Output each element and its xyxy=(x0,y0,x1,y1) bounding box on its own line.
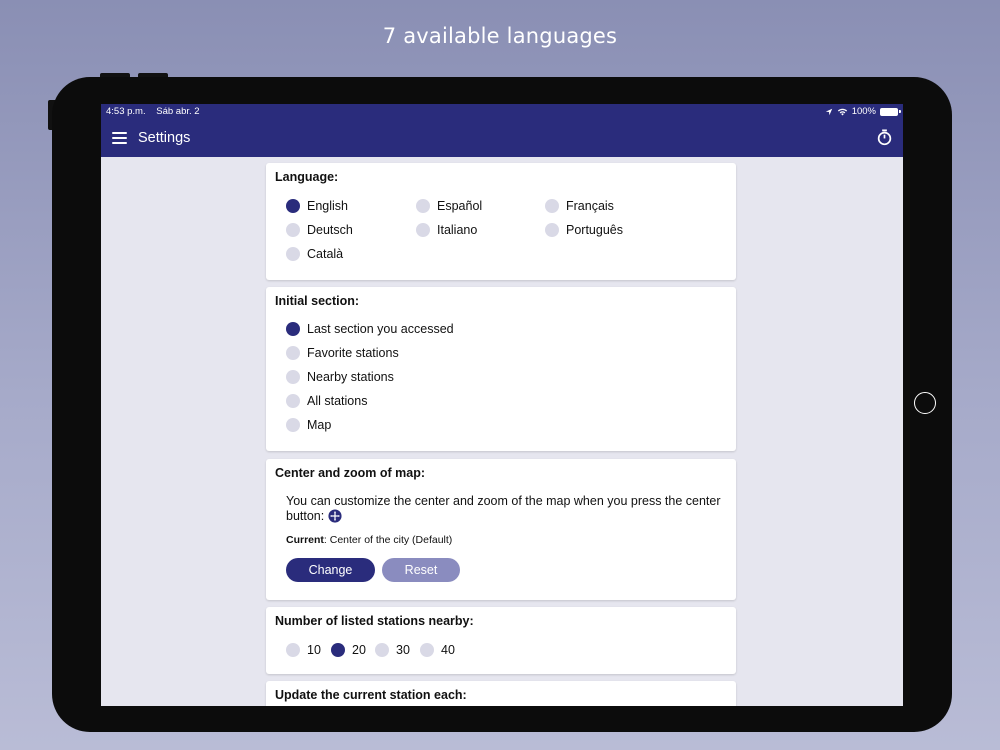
language-option-catalan[interactable]: Català xyxy=(286,247,343,261)
radio-button[interactable] xyxy=(286,322,300,336)
language-option-label: Français xyxy=(566,199,614,213)
battery-icon xyxy=(880,107,901,116)
hamburger-menu-icon[interactable] xyxy=(112,132,127,144)
language-option-spanish[interactable]: Español xyxy=(416,199,482,213)
current-value: : Center of the city (Default) xyxy=(323,534,453,546)
initial-section-option-map[interactable]: Map xyxy=(286,418,331,432)
tablet-home-button xyxy=(914,392,936,414)
initial-section-option-label: Favorite stations xyxy=(307,346,399,360)
nearby-count-option-10[interactable]: 10 xyxy=(286,643,321,657)
radio-button[interactable] xyxy=(416,223,430,237)
radio-button[interactable] xyxy=(286,643,300,657)
status-time: 4:53 p.m. xyxy=(106,106,146,117)
initial-section-option-label: Map xyxy=(307,418,332,432)
crosshair-icon xyxy=(328,508,342,523)
map-center-description: You can customize the center and zoom of… xyxy=(286,494,726,523)
radio-button[interactable] xyxy=(286,223,300,237)
update-station-card: Update the current station each: xyxy=(266,681,736,706)
radio-button[interactable] xyxy=(286,394,300,408)
language-option-french[interactable]: Français xyxy=(545,199,614,213)
initial-section-title: Initial section: xyxy=(275,294,360,308)
app-screen: 4:53 p.m. Sáb abr. 2 100% Settings Langu… xyxy=(101,104,903,706)
radio-button[interactable] xyxy=(416,199,430,213)
initial-section-option-last[interactable]: Last section you accessed xyxy=(286,322,454,336)
nearby-count-option-label: 20 xyxy=(352,643,366,657)
status-date: Sáb abr. 2 xyxy=(156,106,200,117)
radio-button[interactable] xyxy=(286,370,300,384)
language-option-label: Italiano xyxy=(437,223,478,237)
current-map-center: Current: Center of the city (Default) xyxy=(286,534,452,546)
radio-button[interactable] xyxy=(286,199,300,213)
radio-button[interactable] xyxy=(286,346,300,360)
radio-button[interactable] xyxy=(286,418,300,432)
language-option-english[interactable]: English xyxy=(286,199,348,213)
map-center-description-text: You can customize the center and zoom of… xyxy=(286,494,721,523)
radio-button[interactable] xyxy=(286,247,300,261)
radio-button[interactable] xyxy=(375,643,389,657)
initial-section-option-label: Last section you accessed xyxy=(307,322,454,336)
initial-section-option-favorites[interactable]: Favorite stations xyxy=(286,346,399,360)
language-option-label: Deutsch xyxy=(307,223,353,237)
nearby-count-title: Number of listed stations nearby: xyxy=(275,614,474,628)
location-arrow-icon xyxy=(825,108,832,115)
initial-section-option-label: Nearby stations xyxy=(307,370,394,384)
nearby-count-option-label: 30 xyxy=(396,643,410,657)
language-option-label: Español xyxy=(437,199,483,213)
promo-caption: 7 available languages xyxy=(382,24,618,48)
nav-bar: Settings xyxy=(101,119,903,157)
nearby-count-option-40[interactable]: 40 xyxy=(420,643,455,657)
battery-percent: 100% xyxy=(851,106,876,117)
initial-section-card: Initial section: Last section you access… xyxy=(266,287,736,451)
radio-button[interactable] xyxy=(331,643,345,657)
wifi-icon xyxy=(837,108,847,116)
radio-button[interactable] xyxy=(420,643,434,657)
update-station-title: Update the current station each: xyxy=(275,688,467,702)
language-option-italian[interactable]: Italiano xyxy=(416,223,477,237)
stopwatch-icon[interactable] xyxy=(876,129,893,146)
current-label: Current xyxy=(286,534,324,546)
map-center-card: Center and zoom of map: You can customiz… xyxy=(266,459,736,600)
initial-section-option-nearby[interactable]: Nearby stations xyxy=(286,370,394,384)
change-button[interactable]: Change xyxy=(286,558,375,582)
nearby-count-option-20[interactable]: 20 xyxy=(331,643,366,657)
language-title: Language: xyxy=(275,170,339,184)
initial-section-option-all[interactable]: All stations xyxy=(286,394,367,408)
map-center-title: Center and zoom of map: xyxy=(275,466,426,480)
nearby-count-option-label: 40 xyxy=(441,643,455,657)
reset-button[interactable]: Reset xyxy=(382,558,460,582)
language-option-german[interactable]: Deutsch xyxy=(286,223,353,237)
initial-section-option-label: All stations xyxy=(307,394,368,408)
page-title: Settings xyxy=(138,130,191,146)
radio-button[interactable] xyxy=(545,199,559,213)
nearby-count-card: Number of listed stations nearby: 10 20 … xyxy=(266,607,736,674)
nearby-count-option-30[interactable]: 30 xyxy=(375,643,410,657)
language-option-portuguese[interactable]: Português xyxy=(545,223,623,237)
nearby-count-option-label: 10 xyxy=(307,643,321,657)
language-option-label: Português xyxy=(566,223,623,237)
language-card: Language: English Español Français Deuts… xyxy=(266,163,736,280)
language-option-label: Català xyxy=(307,247,344,261)
radio-button[interactable] xyxy=(545,223,559,237)
language-option-label: English xyxy=(307,199,348,213)
status-bar: 4:53 p.m. Sáb abr. 2 100% xyxy=(101,104,903,119)
